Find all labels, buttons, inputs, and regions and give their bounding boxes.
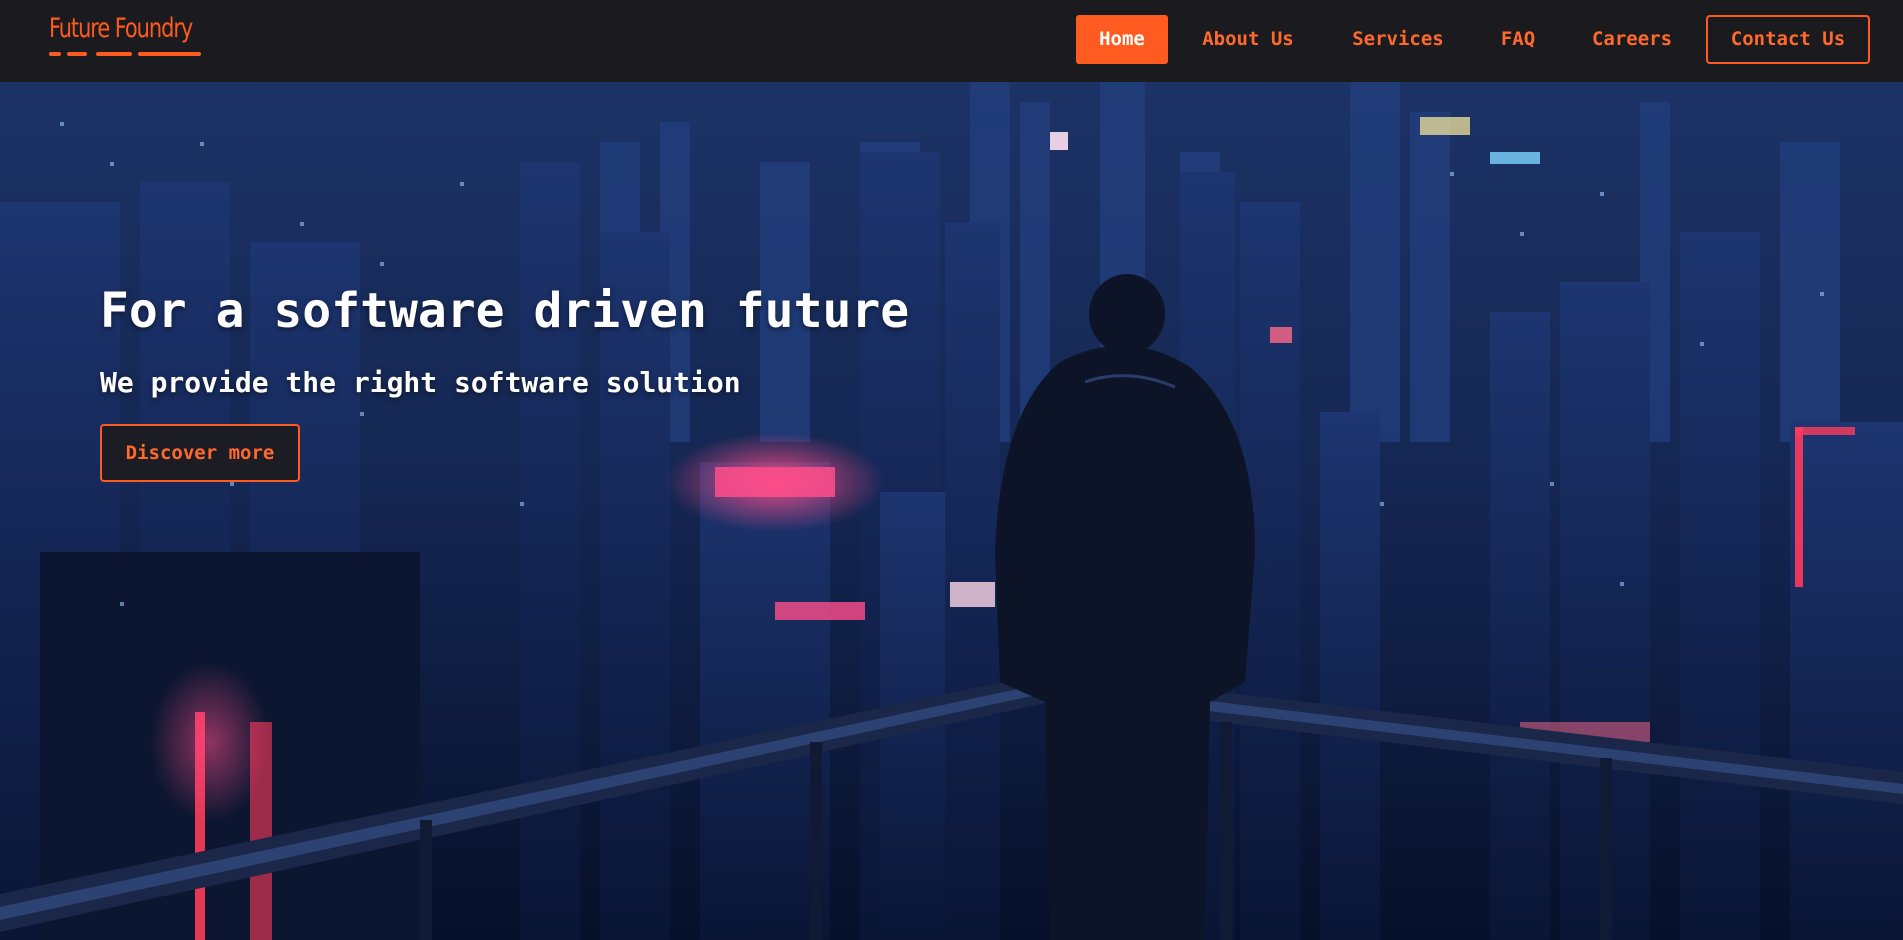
hero-section: For a software driven future We provide …	[0, 82, 1903, 940]
nav-services-link[interactable]: Services	[1340, 15, 1456, 64]
nav-contact-us-button[interactable]: Contact Us	[1706, 15, 1870, 64]
brand-logo[interactable]: Future Foundry	[49, 12, 201, 60]
logo-underline-dashes	[49, 52, 201, 56]
brand-logo-text: Future Foundry	[49, 13, 193, 44]
discover-more-button[interactable]: Discover more	[100, 424, 300, 482]
hero-background-image	[0, 82, 1903, 940]
hero-subtitle: We provide the right software solution	[100, 366, 741, 399]
top-navbar: Future Foundry Home About Us Services FA…	[0, 0, 1903, 82]
nav-home-link[interactable]: Home	[1076, 15, 1168, 64]
hero-title: For a software driven future	[100, 283, 910, 339]
nav-careers-link[interactable]: Careers	[1580, 15, 1684, 64]
nav-about-us-link[interactable]: About Us	[1190, 15, 1306, 64]
nav-faq-link[interactable]: FAQ	[1490, 15, 1546, 64]
